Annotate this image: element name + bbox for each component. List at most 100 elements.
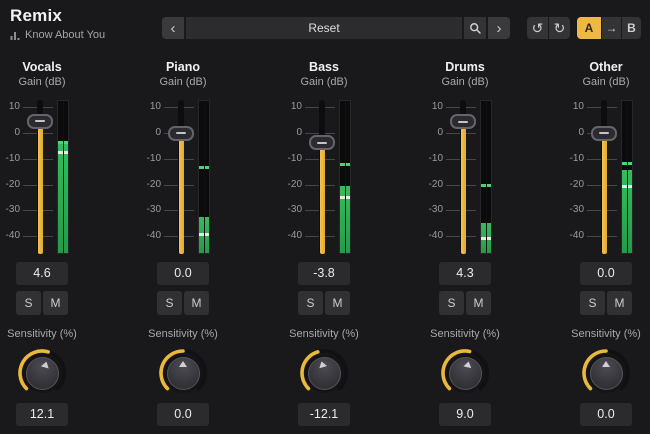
knob-pointer-icon xyxy=(602,360,610,367)
db-tick-label: 10 xyxy=(8,101,20,113)
sensitivity-value-box[interactable]: -12.1 xyxy=(298,403,350,426)
db-tick-label: -20 xyxy=(5,178,20,190)
channel-strip: Drums Gain (dB) 10 0 -10 -20 -30 -40 4.3 S M … xyxy=(423,55,507,434)
gain-label: Gain (dB) xyxy=(582,76,630,88)
sensitivity-value-box[interactable]: 12.1 xyxy=(16,403,68,426)
sensitivity-label: Sensitivity (%) xyxy=(289,328,359,340)
gain-fader[interactable]: 10 0 -10 -20 -30 -40 xyxy=(282,98,366,256)
db-tick-label: 0 xyxy=(155,127,161,138)
ab-copy-button[interactable]: → xyxy=(602,17,621,39)
channel-strip: Piano Gain (dB) 10 0 -10 -20 -30 -40 0.0 S M … xyxy=(141,55,225,434)
meter-divider xyxy=(203,101,205,253)
db-tick-label: -40 xyxy=(146,230,161,242)
fader-handle[interactable] xyxy=(309,135,335,151)
gain-fader[interactable]: 10 0 -10 -20 -30 -40 xyxy=(564,98,648,256)
db-tick-label: -30 xyxy=(428,204,443,216)
db-tick-label: -20 xyxy=(146,178,161,190)
gain-value-box[interactable]: 0.0 xyxy=(580,262,632,285)
solo-button[interactable]: S xyxy=(580,291,605,315)
fader-handle[interactable] xyxy=(450,114,476,130)
db-tick-label: -40 xyxy=(287,230,302,242)
mute-button[interactable]: M xyxy=(325,291,350,315)
knob-pointer-icon xyxy=(316,359,327,368)
db-tick-label: 0 xyxy=(437,127,443,138)
sensitivity-knob[interactable] xyxy=(578,344,634,400)
channel-strip: Vocals Gain (dB) 10 0 -10 -20 -30 -40 4.6 S M… xyxy=(0,55,84,434)
fader-fill xyxy=(460,121,466,254)
sensitivity-label: Sensitivity (%) xyxy=(7,328,77,340)
a-button[interactable]: A xyxy=(577,17,601,39)
sensitivity-knob[interactable] xyxy=(437,344,493,400)
preset-search-button[interactable] xyxy=(464,17,486,39)
db-tick-label: -20 xyxy=(287,178,302,190)
channel-title: Vocals xyxy=(22,60,62,74)
channel-title: Drums xyxy=(445,60,485,74)
fader-handle[interactable] xyxy=(27,113,53,129)
sensitivity-knob[interactable] xyxy=(14,344,70,400)
fader-fill xyxy=(601,133,607,254)
sensitivity-label: Sensitivity (%) xyxy=(430,328,500,340)
solo-mute-row: S M xyxy=(439,291,491,315)
mute-button[interactable]: M xyxy=(607,291,632,315)
gain-fader[interactable]: 10 0 -10 -20 -30 -40 xyxy=(141,98,225,256)
meter-divider xyxy=(62,101,64,253)
sensitivity-knob[interactable] xyxy=(296,344,352,400)
mute-button[interactable]: M xyxy=(184,291,209,315)
mute-button[interactable]: M xyxy=(43,291,68,315)
solo-button[interactable]: S xyxy=(298,291,323,315)
sensitivity-label: Sensitivity (%) xyxy=(148,328,218,340)
solo-mute-row: S M xyxy=(157,291,209,315)
sensitivity-label: Sensitivity (%) xyxy=(571,328,641,340)
gain-fader[interactable]: 10 0 -10 -20 -30 -40 xyxy=(423,98,507,256)
fader-fill xyxy=(178,133,184,254)
knob-pointer-icon xyxy=(39,359,50,368)
app-title: Remix xyxy=(10,6,63,25)
knob-body xyxy=(448,356,482,390)
channel-strip: Bass Gain (dB) 10 0 -10 -20 -30 -40 -3.8 S M … xyxy=(282,55,366,434)
meter-divider xyxy=(485,101,487,253)
db-tick-label: -20 xyxy=(428,178,443,190)
gain-label: Gain (dB) xyxy=(18,76,66,88)
solo-button[interactable]: S xyxy=(16,291,41,315)
db-tick-label: -30 xyxy=(5,204,20,216)
sensitivity-value-box[interactable]: 0.0 xyxy=(580,403,632,426)
sensitivity-value-box[interactable]: 0.0 xyxy=(157,403,209,426)
db-tick-label: 10 xyxy=(431,101,443,113)
preset-name[interactable]: Reset xyxy=(186,17,462,39)
channel-title: Bass xyxy=(309,60,339,74)
solo-button[interactable]: S xyxy=(439,291,464,315)
db-tick-label: 0 xyxy=(578,127,584,138)
fader-handle[interactable] xyxy=(168,125,194,141)
solo-button[interactable]: S xyxy=(157,291,182,315)
solo-mute-row: S M xyxy=(298,291,350,315)
db-tick-label: -10 xyxy=(5,152,20,164)
gain-value-box[interactable]: 0.0 xyxy=(157,262,209,285)
level-meter xyxy=(480,100,492,254)
preset-next-button[interactable]: › xyxy=(488,17,510,39)
knob-body xyxy=(25,356,59,390)
db-tick-label: 10 xyxy=(290,101,302,113)
preset-prev-button[interactable]: ‹ xyxy=(162,17,184,39)
redo-button[interactable]: ↻ xyxy=(549,17,570,39)
gain-value-box[interactable]: 4.3 xyxy=(439,262,491,285)
db-tick-label: -40 xyxy=(569,230,584,242)
knob-pointer-icon xyxy=(179,360,187,367)
b-button[interactable]: B xyxy=(622,17,641,39)
gain-value-box[interactable]: -3.8 xyxy=(298,262,350,285)
audio-bars-icon xyxy=(10,31,20,40)
db-tick-label: -30 xyxy=(569,204,584,216)
gain-label: Gain (dB) xyxy=(159,76,207,88)
channel-strip: Other Gain (dB) 10 0 -10 -20 -30 -40 0.0 S M … xyxy=(564,55,648,434)
fader-handle[interactable] xyxy=(591,125,617,141)
db-tick-label: -20 xyxy=(569,178,584,190)
gain-label: Gain (dB) xyxy=(441,76,489,88)
gain-value-box[interactable]: 4.6 xyxy=(16,262,68,285)
knob-body xyxy=(589,356,623,390)
sensitivity-knob[interactable] xyxy=(155,344,211,400)
undo-button[interactable]: ↺ xyxy=(527,17,548,39)
gain-fader[interactable]: 10 0 -10 -20 -30 -40 xyxy=(0,98,84,256)
sensitivity-value-box[interactable]: 9.0 xyxy=(439,403,491,426)
mute-button[interactable]: M xyxy=(466,291,491,315)
db-tick-label: -10 xyxy=(146,152,161,164)
fader-fill xyxy=(37,121,43,254)
